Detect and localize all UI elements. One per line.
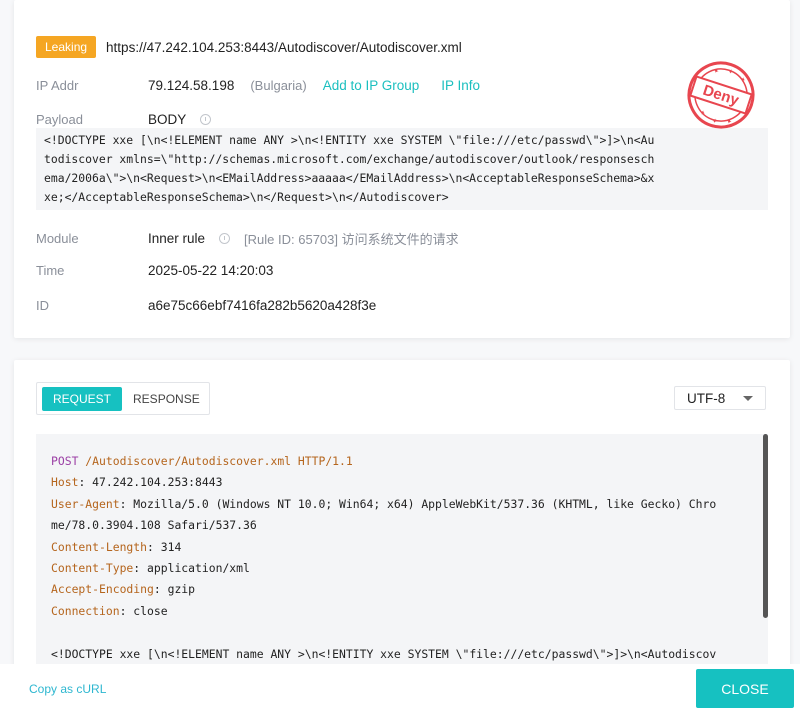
header-value: gzip [167, 582, 196, 597]
svg-text:✦: ✦ [710, 117, 718, 126]
payload-content: <!DOCTYPE xxe [\n<!ELEMENT name ANY >\n<… [36, 128, 768, 210]
deny-stamp-icon: Deny ✦ ✦ ✦ ✦ ✦ ✦ [687, 61, 755, 129]
header-name: Content-Type [51, 561, 134, 576]
rule-description: [Rule ID: 65703] 访问系统文件的请求 [244, 232, 459, 247]
ip-address: 79.124.58.198 [148, 78, 235, 93]
status-badge: Leaking [36, 36, 97, 58]
copy-as-curl-link[interactable]: Copy as cURL [29, 682, 106, 696]
request-line: POST /Autodiscover/Autodiscover.xml HTTP… [51, 451, 768, 472]
add-to-ip-group-link[interactable]: Add to IP Group [323, 78, 420, 93]
time-row: Time 2025-05-22 14:20:03 [36, 263, 273, 278]
header-value: 314 [160, 539, 182, 554]
header-value: close [133, 603, 168, 618]
body-line: <!DOCTYPE xxe [\n<!ELEMENT name ANY >\n<… [51, 646, 717, 661]
header-name: Connection [51, 603, 120, 618]
code-scrollbar[interactable] [763, 434, 768, 690]
time-label: Time [36, 263, 65, 278]
module-label: Module [36, 231, 79, 246]
request-response-tabs: REQUEST RESPONSE [36, 382, 210, 415]
header-line: Accept-Encoding: gzip [51, 582, 196, 597]
id-value: a6e75c66ebf7416fa282b5620a428f3e [148, 298, 377, 313]
request-version: HTTP/1.1 [297, 454, 353, 468]
module-row: Module Inner rule [Rule ID: 65703] 访问系统文… [36, 229, 459, 248]
header-name: Accept-Encoding [51, 582, 154, 597]
id-row: ID a6e75c66ebf7416fa282b5620a428f3e [36, 298, 376, 313]
payload-line: <!DOCTYPE xxe [\n<!ELEMENT name ANY >\n<… [44, 133, 655, 147]
payload-row: Payload BODY [36, 112, 212, 127]
info-icon[interactable] [200, 114, 212, 125]
scrollbar-thumb[interactable] [763, 434, 768, 618]
request-detail-card: REQUEST RESPONSE UTF-8 POST /Autodiscove… [14, 360, 790, 690]
payload-line: todiscover xmlns=\"http://schemas.micros… [44, 152, 655, 166]
encoding-select[interactable]: UTF-8 [674, 386, 766, 410]
request-url: https://47.242.104.253:8443/Autodiscover… [106, 39, 462, 55]
info-icon[interactable] [219, 233, 231, 244]
tab-request[interactable]: REQUEST [42, 386, 123, 411]
request-path: /Autodiscover/Autodiscover.xml [85, 454, 292, 468]
header-value: Mozilla/5.0 (Windows NT 10.0; Win64; x64… [133, 496, 717, 511]
payload-type: BODY [148, 112, 187, 127]
header-value: 47.242.104.253:8443 [92, 475, 223, 490]
header-value: me/78.0.3904.108 Safari/537.36 [51, 518, 257, 533]
encoding-value: UTF-8 [687, 390, 726, 406]
svg-text:✦: ✦ [712, 67, 720, 76]
header-name: User-Agent [51, 496, 120, 511]
raw-request-viewer[interactable]: POST /Autodiscover/Autodiscover.xml HTTP… [36, 434, 768, 690]
header-line: Content-Type: application/xml [51, 561, 250, 576]
ip-country: (Bulgaria) [250, 78, 307, 93]
header-line-continued: me/78.0.3904.108 Safari/537.36 [51, 515, 768, 536]
payload-label: Payload [36, 112, 83, 127]
header-value: application/xml [147, 561, 250, 576]
module-value: Inner rule [148, 231, 206, 246]
header-line: Host: 47.242.104.253:8443 [51, 475, 223, 490]
url-row: Leaking https://47.242.104.253:8443/Auto… [36, 36, 462, 58]
chevron-down-icon [743, 395, 753, 401]
ip-row: IP Addr 79.124.58.198 (Bulgaria) Add to … [36, 78, 480, 93]
header-line: Content-Length: 314 [51, 539, 182, 554]
id-label: ID [36, 298, 49, 313]
header-name: Host [51, 475, 79, 490]
ip-info-link[interactable]: IP Info [441, 78, 480, 93]
tab-response[interactable]: RESPONSE [122, 387, 211, 411]
time-value: 2025-05-22 14:20:03 [148, 263, 274, 278]
payload-line: xe;</AcceptableResponseSchema>\n</Reques… [44, 190, 449, 204]
header-name: Content-Length [51, 539, 148, 554]
payload-line: ema/2006a\">\n<Request>\n<EMailAddress>a… [44, 171, 655, 185]
svg-text:✦: ✦ [739, 75, 747, 84]
svg-text:✦: ✦ [727, 67, 735, 76]
header-line: Connection: close [51, 603, 168, 618]
ip-label: IP Addr [36, 78, 79, 93]
close-button[interactable]: CLOSE [696, 669, 794, 708]
event-summary-card: Leaking https://47.242.104.253:8443/Auto… [14, 0, 790, 338]
request-method: POST [51, 454, 79, 468]
dialog-footer: Copy as cURL CLOSE [0, 664, 800, 714]
header-line: User-Agent: Mozilla/5.0 (Windows NT 10.0… [51, 496, 717, 511]
